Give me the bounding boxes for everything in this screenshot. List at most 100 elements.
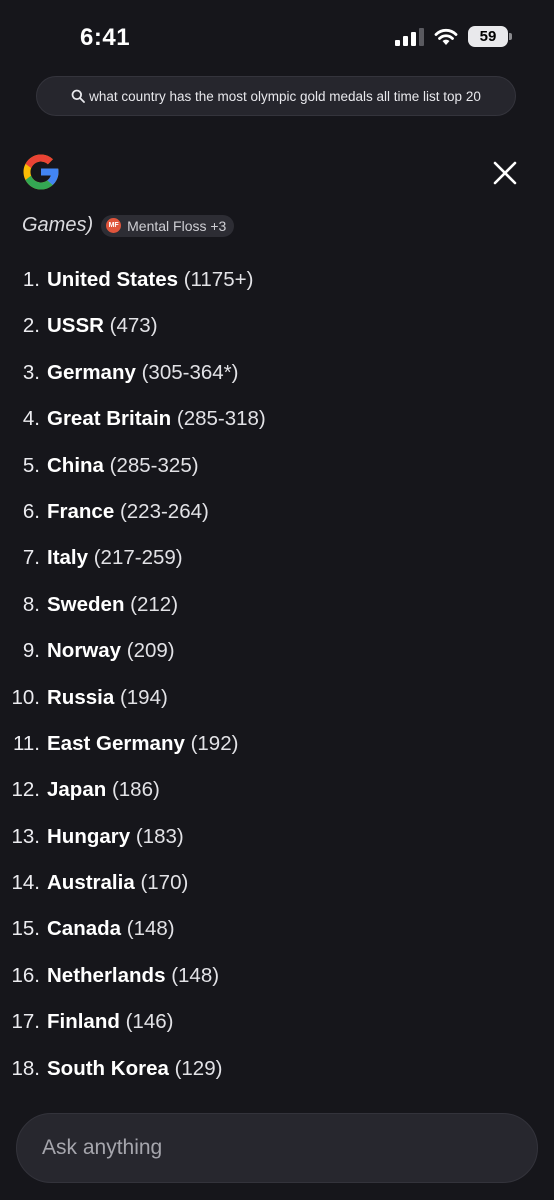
country-name: Norway <box>47 639 122 663</box>
rank-entry: East Germany (192) <box>47 726 238 762</box>
rank-number: 16. <box>11 963 41 987</box>
rank-number: 17. <box>11 1010 41 1034</box>
rank-number: 9. <box>22 639 40 663</box>
country-name: Germany <box>47 360 136 384</box>
gold-medal-count: (129) <box>174 1056 223 1080</box>
gold-medal-count: (186) <box>111 778 160 802</box>
gold-medal-count: (217-259) <box>93 546 183 570</box>
gold-medal-count: (183) <box>135 824 184 848</box>
rank-number: 6. <box>22 499 40 523</box>
close-button[interactable] <box>488 156 522 190</box>
country-name: Russia <box>47 685 115 709</box>
rank-entry: Hungary (183) <box>47 819 184 855</box>
rank-number: 10. <box>11 685 41 709</box>
mental-floss-logo-icon: MF <box>106 218 122 233</box>
gold-medal-count: (305-364*) <box>141 360 239 384</box>
country-name: USSR <box>47 314 104 338</box>
rank-number: 1. <box>22 268 40 291</box>
search-icon <box>71 89 86 103</box>
rank-entry: United States (1175+) <box>47 262 253 298</box>
country-name: United States <box>47 268 178 291</box>
ask-anything-input[interactable]: Ask anything <box>16 1113 538 1183</box>
rank-entry: France (223-264) <box>47 494 209 530</box>
rank-entry: Norway (209) <box>47 633 175 669</box>
list-item: 12. Japan (186) <box>0 772 554 818</box>
list-item: 6. France (223-264) <box>0 494 554 540</box>
country-name: Sweden <box>47 592 125 616</box>
rank-number: 7. <box>22 546 40 570</box>
gold-medal-count: (212) <box>130 592 179 616</box>
gold-medal-count: (170) <box>140 871 189 895</box>
query-pill[interactable]: what country has the most olympic gold m… <box>36 76 516 116</box>
country-name: Italy <box>47 546 89 570</box>
google-g-logo <box>23 154 59 190</box>
list-item: 4. Great Britain (285-318) <box>0 401 554 447</box>
status-time: 6:41 <box>80 24 131 51</box>
status-icons: 59 <box>395 26 512 47</box>
rank-entry: Italy (217-259) <box>47 540 183 576</box>
list-item: 13. Hungary (183) <box>0 819 554 865</box>
country-name: Hungary <box>47 824 131 848</box>
rank-number: 15. <box>11 917 41 941</box>
rank-number: 11. <box>13 731 40 755</box>
rank-entry: USSR (473) <box>47 308 158 344</box>
rank-number: 12. <box>11 778 41 802</box>
rank-entry: Canada (148) <box>47 911 175 947</box>
list-item: 11. East Germany (192) <box>0 726 554 772</box>
list-item: 18. South Korea (129) <box>0 1051 554 1097</box>
rank-number: 2. <box>22 314 40 338</box>
list-item: 14. Australia (170) <box>0 865 554 911</box>
source-line: Games) MF Mental Floss +3 <box>22 214 235 237</box>
rank-entry: Great Britain (285-318) <box>47 401 266 437</box>
ranking-list: 1. United States (1175+) 2. USSR (473) 3. Ger… <box>0 262 554 1097</box>
rank-entry: China (285-325) <box>47 448 199 484</box>
country-name: Netherlands <box>47 963 166 987</box>
list-item: 9. Norway (209) <box>0 633 554 679</box>
rank-number: 3. <box>22 360 40 384</box>
battery-indicator: 59 <box>468 26 512 47</box>
cellular-signal-icon <box>395 27 424 46</box>
country-name: South Korea <box>47 1056 169 1080</box>
rank-entry: Sweden (212) <box>47 587 178 623</box>
gold-medal-count: (194) <box>119 685 168 709</box>
list-item: 16. Netherlands (148) <box>0 958 554 1004</box>
list-item: 17. Finland (146) <box>0 1004 554 1050</box>
source-chip-label: Mental Floss +3 <box>127 217 227 234</box>
query-text: what country has the most olympic gold m… <box>89 88 481 104</box>
gold-medal-count: (285-318) <box>176 407 266 431</box>
country-name: Great Britain <box>47 407 172 431</box>
gold-medal-count: (148) <box>126 917 175 941</box>
rank-entry: Japan (186) <box>47 772 160 808</box>
country-name: Australia <box>47 871 135 895</box>
country-name: Finland <box>47 1010 120 1034</box>
country-name: Canada <box>47 917 122 941</box>
gold-medal-count: (192) <box>190 731 239 755</box>
list-item: 15. Canada (148) <box>0 911 554 957</box>
gold-medal-count: (146) <box>125 1010 174 1034</box>
rank-entry: Australia (170) <box>47 865 188 901</box>
rank-number: 5. <box>22 453 40 477</box>
gold-medal-count: (209) <box>126 639 175 663</box>
gold-medal-count: (473) <box>109 314 158 338</box>
rank-entry: Netherlands (148) <box>47 958 219 994</box>
country-name: East Germany <box>47 731 185 755</box>
list-item: 7. Italy (217-259) <box>0 540 554 586</box>
rank-number: 4. <box>22 407 40 431</box>
gold-medal-count: (1175+) <box>183 268 254 291</box>
wifi-icon <box>434 28 458 45</box>
rank-entry: Finland (146) <box>47 1004 173 1040</box>
list-item: 2. USSR (473) <box>0 308 554 354</box>
games-text: Games) <box>22 214 94 236</box>
close-icon <box>493 161 517 185</box>
rank-number: 13. <box>11 824 41 848</box>
rank-number: 14. <box>11 871 41 895</box>
gold-medal-count: (148) <box>171 963 220 987</box>
ask-input-placeholder: Ask anything <box>42 1136 163 1159</box>
list-item: 10. Russia (194) <box>0 680 554 726</box>
source-chip[interactable]: MF Mental Floss +3 <box>101 214 235 237</box>
list-item: 8. Sweden (212) <box>0 587 554 633</box>
country-name: France <box>47 499 115 523</box>
country-name: Japan <box>47 778 107 802</box>
gold-medal-count: (223-264) <box>119 499 209 523</box>
list-item: 3. Germany (305-364*) <box>0 355 554 401</box>
